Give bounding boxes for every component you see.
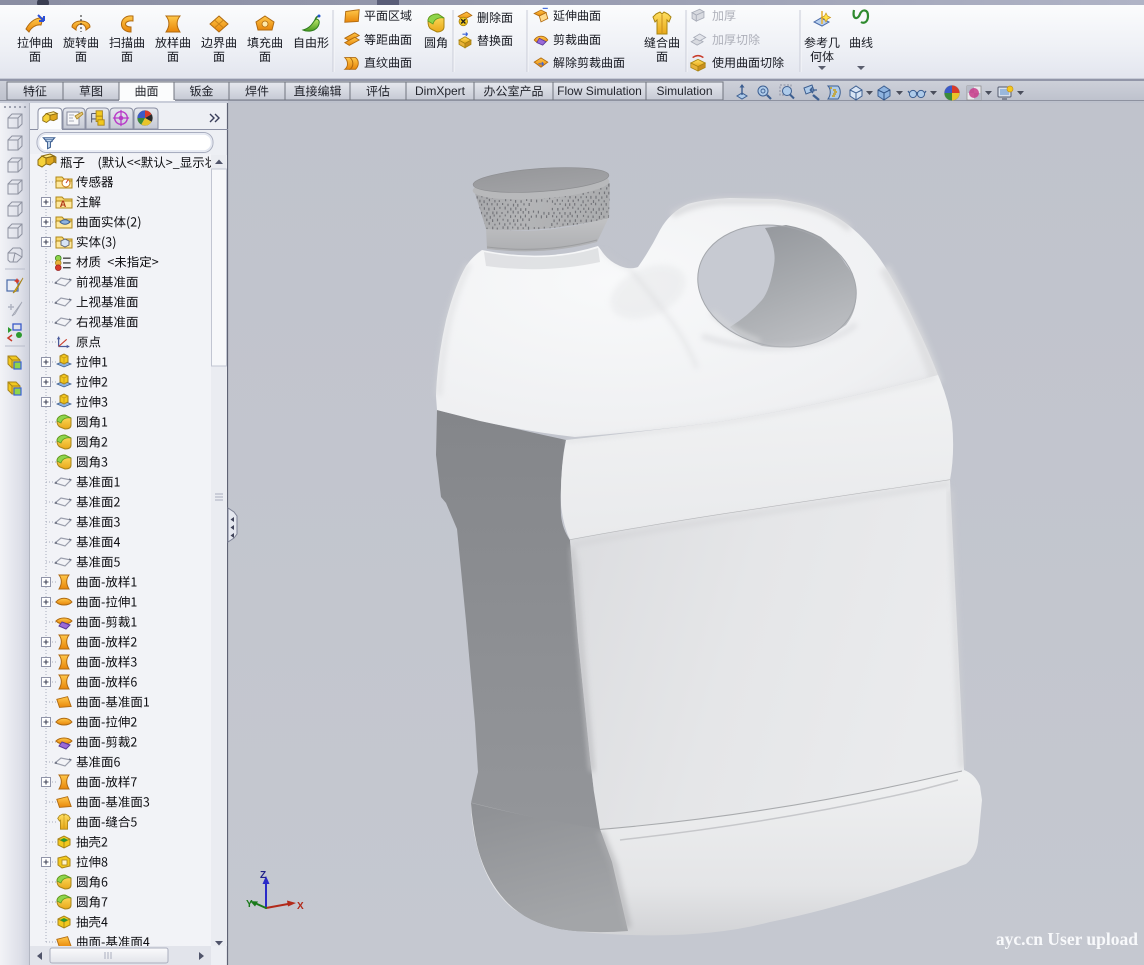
svg-text:A: A [60, 199, 67, 209]
svg-text:Flow Simulation: Flow Simulation [557, 84, 642, 98]
svg-text:X: X [297, 901, 304, 912]
svg-text:ayc.cn User upload: ayc.cn User upload [996, 929, 1138, 949]
svg-text:Simulation: Simulation [656, 84, 712, 98]
svg-text:Z: Z [260, 870, 266, 881]
svg-text:Y: Y [246, 899, 253, 910]
svg-text:DimXpert: DimXpert [415, 84, 466, 98]
